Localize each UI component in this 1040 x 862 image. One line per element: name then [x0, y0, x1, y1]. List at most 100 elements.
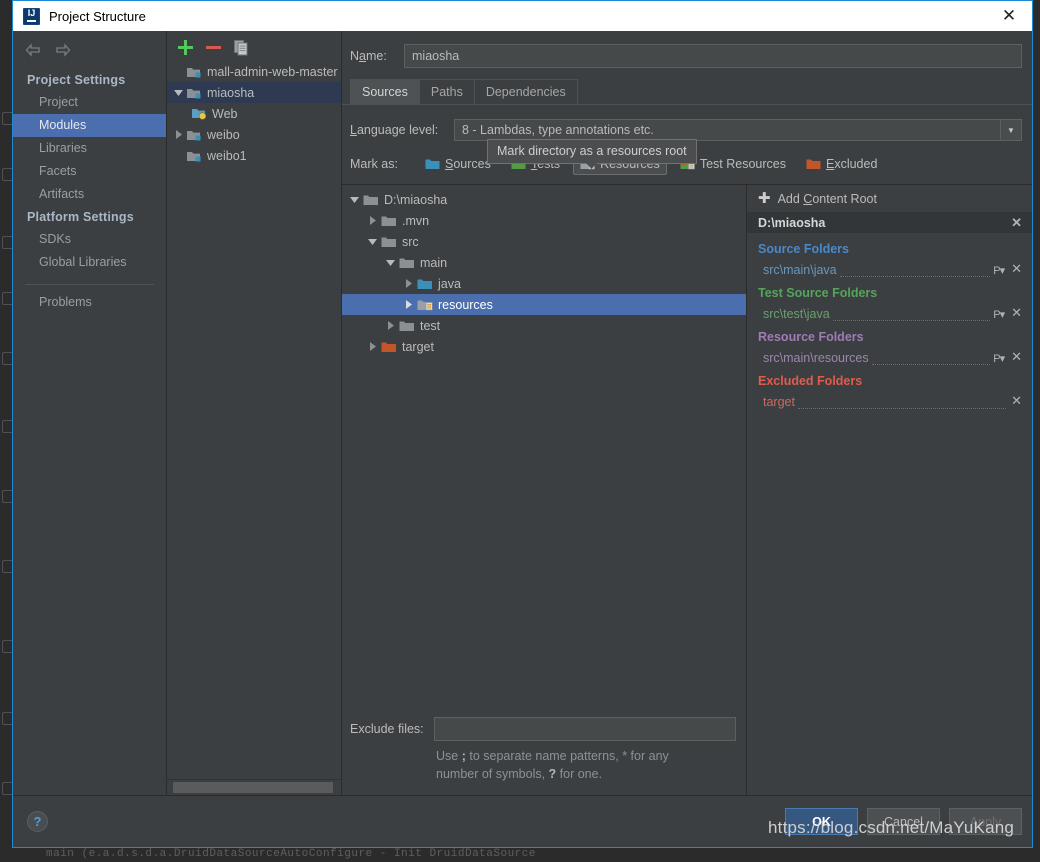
exclude-files-section: Exclude files: Use ; to separate name pa… [342, 707, 746, 795]
add-content-root-button[interactable]: ✚ Add Content Root [747, 185, 1032, 212]
tree-item-label: target [402, 339, 434, 354]
close-icon[interactable]: ✕ [1009, 215, 1024, 231]
tree-item-main[interactable]: main [342, 252, 746, 273]
module-item-mall-admin-web-master[interactable]: mall-admin-web-master [167, 61, 341, 82]
content-root-path: D:\miaosha [758, 215, 826, 230]
exclude-files-row: Exclude files: [350, 717, 736, 741]
sidebar-divider [25, 284, 154, 285]
twisty-expanded-icon[interactable] [364, 238, 381, 245]
add-content-root-label: Add Content Root [777, 191, 877, 206]
twisty-expanded-icon[interactable] [346, 196, 363, 203]
tab-paths[interactable]: Paths [418, 79, 475, 104]
web-facet-icon [191, 107, 208, 121]
twisty-expanded-icon[interactable] [171, 89, 186, 96]
exclude-files-hint: Use ; to separate name patterns, * for a… [350, 741, 710, 783]
sidebar-item-modules[interactable]: Modules [13, 114, 166, 137]
module-icon [186, 65, 203, 79]
folder-entry-row: src\test\java P▾ ✕ [747, 302, 1032, 321]
exclude-files-input[interactable] [434, 717, 736, 741]
arrow-left-icon[interactable] [25, 43, 41, 57]
twisty-collapsed-icon[interactable] [364, 342, 381, 351]
twisty-collapsed-icon[interactable] [400, 279, 417, 288]
folder-path: src\main\resources [763, 351, 869, 365]
sidebar-item-sdks[interactable]: SDKs [13, 228, 166, 251]
tree-item-java[interactable]: java [342, 273, 746, 294]
mark-as-sources-button[interactable]: Sources [418, 152, 498, 175]
folder-grey-icon [381, 236, 399, 248]
tab-sources[interactable]: Sources [350, 79, 420, 104]
modules-toolbar [167, 31, 341, 61]
folder-orange-icon [381, 341, 399, 353]
project-structure-dialog: Project Structure ✕ Project Settings Pro… [12, 0, 1033, 848]
content-roots-panel: ✚ Add Content Root D:\miaosha ✕ Source F… [747, 185, 1032, 795]
folder-grey-icon [363, 194, 381, 206]
close-icon[interactable]: ✕ [1009, 393, 1024, 409]
tab-dependencies[interactable]: Dependencies [473, 79, 578, 104]
hint-part-1: Use [436, 749, 462, 763]
tree-item-resources[interactable]: resources [342, 294, 746, 315]
mark-as-label: Mark as: [350, 156, 398, 171]
minus-icon[interactable] [205, 39, 222, 56]
language-level-row: Language level: 8 - Lambdas, type annota… [342, 105, 1032, 141]
arrow-right-icon[interactable] [55, 43, 71, 57]
facet-item-web[interactable]: Web [167, 103, 341, 124]
tree-item-test[interactable]: test [342, 315, 746, 336]
module-name-row: Name: [342, 31, 1032, 79]
module-item-weibo1[interactable]: weibo1 [167, 145, 341, 166]
module-item-miaosha[interactable]: miaosha [167, 82, 341, 103]
intellij-idea-icon [23, 7, 40, 25]
sidebar-item-facets[interactable]: Facets [13, 160, 166, 183]
content-root-header: D:\miaosha ✕ [747, 212, 1032, 233]
sidebar-item-problems[interactable]: Problems [13, 291, 166, 314]
dialog-title: Project Structure [49, 8, 146, 24]
twisty-collapsed-icon[interactable] [382, 321, 399, 330]
twisty-expanded-icon[interactable] [382, 259, 399, 266]
modules-tree[interactable]: mall-admin-web-master miaosha Web weibo … [167, 61, 341, 779]
twisty-collapsed-icon[interactable] [364, 216, 381, 225]
sidebar-item-artifacts[interactable]: Artifacts [13, 183, 166, 206]
tree-item-label: test [420, 318, 441, 333]
sidebar-item-libraries[interactable]: Libraries [13, 137, 166, 160]
modules-horizontal-scrollbar[interactable] [167, 779, 341, 795]
copy-icon[interactable] [233, 39, 250, 56]
exclude-files-label: Exclude files: [350, 722, 424, 736]
close-icon[interactable]: ✕ [1009, 261, 1024, 277]
twisty-collapsed-icon[interactable] [400, 300, 417, 309]
tree-item-root[interactable]: D:\miaosha [342, 189, 746, 210]
folder-entry-row: src\main\resources P▾ ✕ [747, 346, 1032, 365]
tree-item-label: main [420, 255, 448, 270]
content-root-tree[interactable]: D:\miaosha .mvn src main java resources … [342, 185, 746, 707]
module-name-input[interactable] [404, 44, 1022, 68]
sidebar-item-project[interactable]: Project [13, 91, 166, 114]
plus-icon[interactable] [177, 39, 194, 56]
module-label: mall-admin-web-master [207, 64, 338, 79]
folder-path: src\main\java [763, 263, 837, 277]
package-prefix-icon[interactable]: P▾ [993, 352, 1005, 365]
help-icon[interactable]: ? [27, 811, 48, 832]
package-prefix-icon[interactable]: P▾ [993, 308, 1005, 321]
tree-item-label: java [438, 276, 461, 291]
close-icon[interactable]: ✕ [992, 2, 1026, 30]
tree-item-target[interactable]: target [342, 336, 746, 357]
twisty-collapsed-icon[interactable] [171, 130, 186, 139]
sidebar-item-global-libraries[interactable]: Global Libraries [13, 251, 166, 274]
module-item-weibo[interactable]: weibo [167, 124, 341, 145]
tree-item-src[interactable]: src [342, 231, 746, 252]
dotted-filler [832, 310, 991, 321]
language-level-select[interactable]: 8 - Lambdas, type annotations etc. ▼ [454, 119, 1022, 141]
module-tabs: Sources Paths Dependencies [342, 79, 1032, 104]
package-prefix-icon[interactable]: P▾ [993, 264, 1005, 277]
module-icon [186, 149, 203, 163]
close-icon[interactable]: ✕ [1009, 305, 1024, 321]
tree-item-mvn[interactable]: .mvn [342, 210, 746, 231]
module-icon [186, 86, 203, 100]
content-root-tree-pane: D:\miaosha .mvn src main java resources … [342, 185, 747, 795]
mark-as-test-resources-label: Test Resources [699, 156, 786, 171]
tree-item-label: resources [438, 297, 493, 312]
scrollbar-thumb[interactable] [173, 782, 333, 793]
chevron-down-icon[interactable]: ▼ [1000, 120, 1021, 140]
folder-excluded-icon [806, 159, 821, 169]
mark-as-excluded-button[interactable]: Excluded [799, 152, 884, 175]
module-name-label: Name: [350, 49, 387, 63]
close-icon[interactable]: ✕ [1009, 349, 1024, 365]
